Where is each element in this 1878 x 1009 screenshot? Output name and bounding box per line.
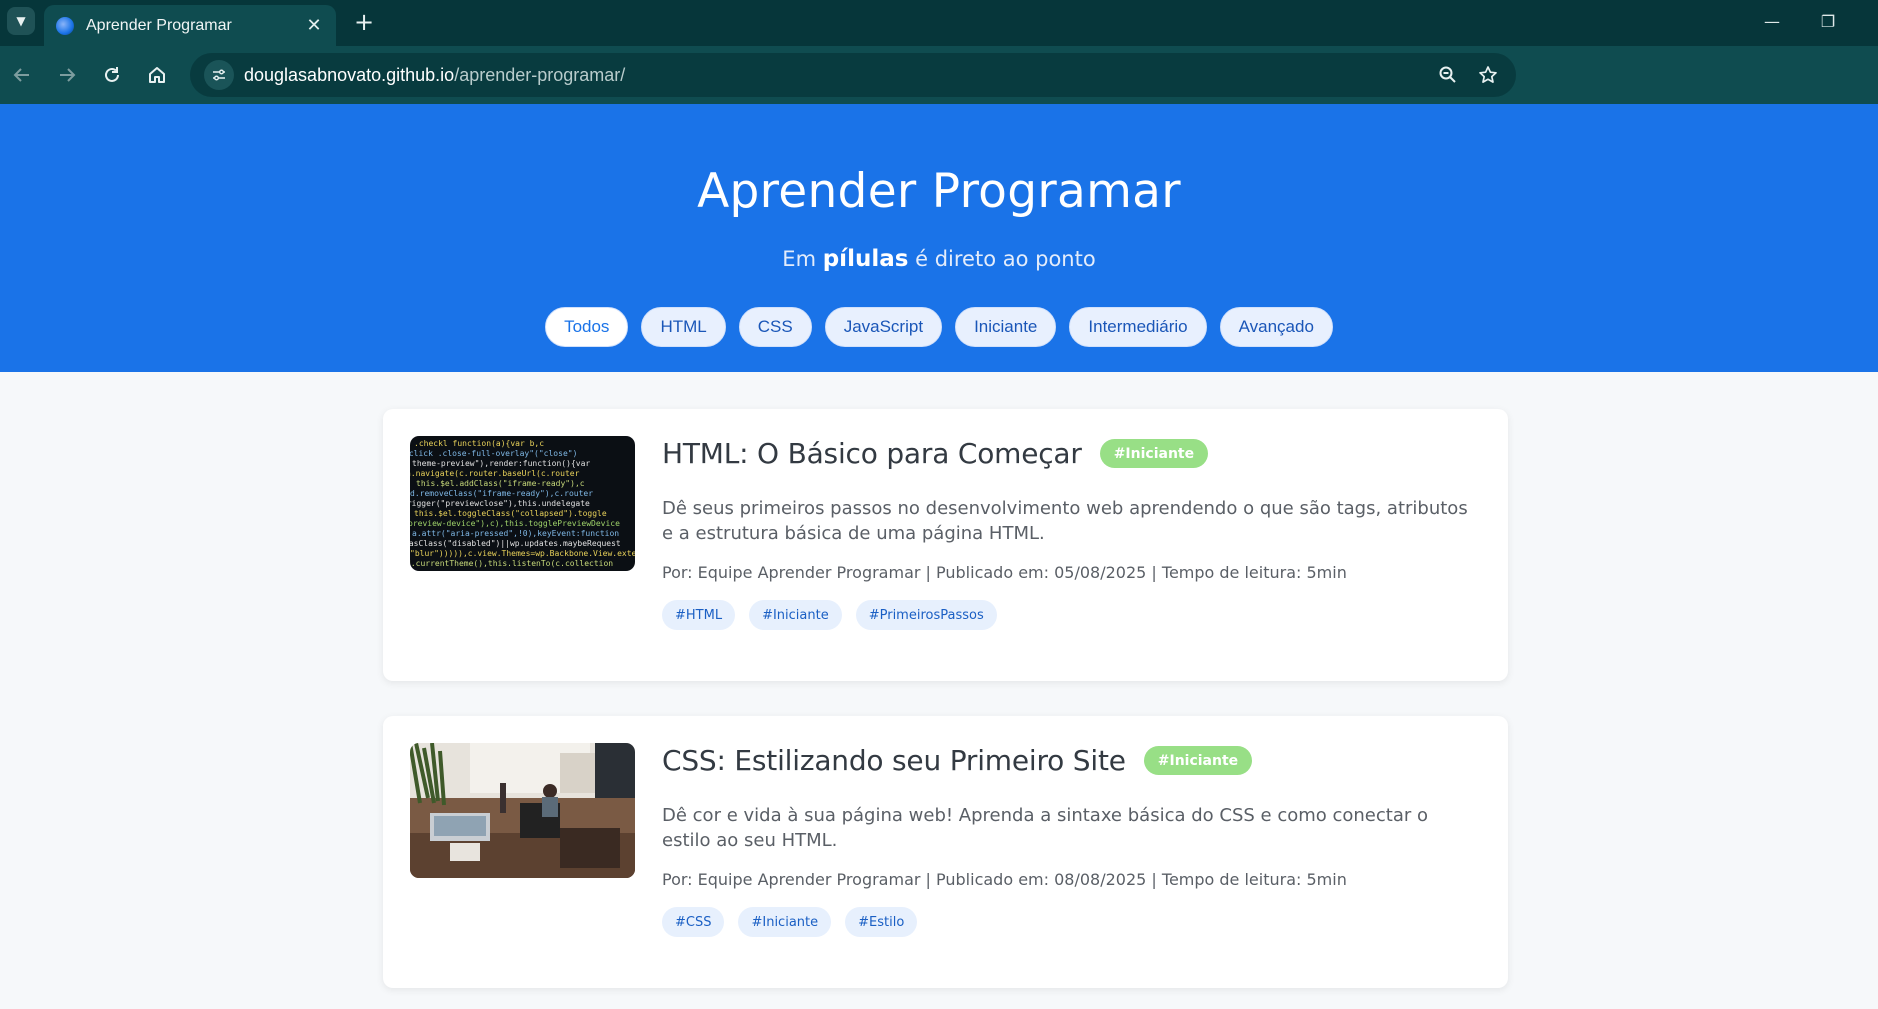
article-meta: Por: Equipe Aprender Programar | Publica… [662, 870, 1347, 889]
reload-icon [105, 67, 119, 82]
arrow-right-icon [60, 68, 76, 82]
page-subtitle: Em pílulas é direto ao ponto [0, 246, 1878, 272]
restore-button[interactable]: ❐ [1808, 8, 1848, 34]
article-body: HTML: O Básico para Começar #Iniciante D… [662, 437, 1478, 630]
svg-text:d.removeClass("iframe-ready"),: d.removeClass("iframe-ready"),c.router [410, 489, 593, 498]
browser-titlebar: ▼ Aprender Programar ✕ + — ❐ [0, 0, 1878, 46]
subtitle-start: Em [782, 247, 817, 271]
svg-text:trigger("previewclose"),this.u: trigger("previewclose"),this.undelegate [410, 499, 590, 508]
tag-primeirospassos[interactable]: #PrimeirosPassos [855, 600, 997, 630]
filter-css[interactable]: CSS [738, 307, 812, 347]
level-badge: #Iniciante [1099, 439, 1209, 468]
svg-text:theme-preview"),render:functio: theme-preview"),render:function(){var [412, 459, 590, 468]
filter-todos[interactable]: Todos [545, 307, 629, 347]
home-icon [149, 67, 165, 83]
filter-html[interactable]: HTML [641, 307, 726, 347]
svg-text:"blur"))))),c.view.Themes=wp.B: "blur"))))),c.view.Themes=wp.Backbone.Vi… [410, 549, 635, 558]
tab-active[interactable]: Aprender Programar ✕ [44, 5, 336, 46]
tag-html[interactable]: #HTML [662, 600, 736, 630]
browser-toolbar: douglasabnovato.github.io/aprender-progr… [0, 46, 1878, 133]
tab-search-chevron-down-icon[interactable]: ▼ [7, 7, 35, 35]
url-text: douglasabnovato.github.io/aprender-progr… [244, 65, 625, 86]
back-button[interactable] [6, 59, 38, 91]
filter-avancado[interactable]: Avançado [1219, 307, 1333, 347]
home-button[interactable] [141, 59, 173, 91]
hero-header: Aprender Programar Em pílulas é direto a… [0, 104, 1878, 372]
tab-close-icon[interactable]: ✕ [304, 15, 324, 36]
page-title: Aprender Programar [697, 164, 1181, 219]
filter-iniciante[interactable]: Iniciante [955, 307, 1057, 347]
filter-intermediario[interactable]: Intermediário [1069, 307, 1207, 347]
svg-text:preview-device"),c),this.toggl: preview-device"),c),this.togglePreviewDe… [410, 519, 620, 528]
article-thumbnail-code[interactable]: .checkl function(a){var b,c "click .clos… [410, 436, 635, 571]
forward-button[interactable] [51, 59, 83, 91]
level-badge: #Iniciante [1143, 746, 1253, 775]
filter-bar: Todos HTML CSS JavaScript Iniciante Inte… [0, 307, 1878, 347]
article-title-row: HTML: O Básico para Começar #Iniciante [662, 437, 1478, 470]
article-meta: Por: Equipe Aprender Programar | Publica… [662, 563, 1347, 582]
svg-text:"click .close-full-overlay"("c: "click .close-full-overlay"("close") [410, 449, 577, 458]
favicon-icon [56, 16, 74, 35]
new-tab-button[interactable]: + [350, 8, 378, 36]
site-info-icon[interactable] [204, 60, 234, 90]
tag-iniciante[interactable]: #Iniciante [738, 907, 832, 937]
article-card[interactable]: CSS: Estilizando seu Primeiro Site #Inic… [383, 716, 1508, 988]
tab-title: Aprender Programar [86, 16, 232, 34]
subtitle-emphasis: pílulas [822, 246, 909, 272]
article-title-row: CSS: Estilizando seu Primeiro Site #Inic… [662, 744, 1478, 777]
svg-text:hasClass("disabled")||wp.updat: hasClass("disabled")||wp.updates.maybeRe… [410, 539, 621, 548]
article-tags: #CSS #Iniciante #Estilo [662, 907, 1478, 937]
subtitle-end: é direto ao ponto [915, 247, 1096, 271]
bookmark-star-icon[interactable] [1473, 60, 1503, 90]
svg-text:this.$el.addClass("iframe-read: this.$el.addClass("iframe-ready"),c [416, 479, 585, 488]
svg-text:.checkl function(a){var b,c: .checkl function(a){var b,c [414, 439, 544, 448]
tag-iniciante[interactable]: #Iniciante [749, 600, 842, 630]
arrow-left-icon [13, 68, 29, 82]
svg-text:this.$el.toggleClass("collapse: this.$el.toggleClass("collapsed").toggle [414, 509, 607, 518]
tag-estilo[interactable]: #Estilo [845, 907, 918, 937]
reload-button[interactable] [96, 59, 128, 91]
article-body: CSS: Estilizando seu Primeiro Site #Inic… [662, 744, 1478, 937]
article-title[interactable]: CSS: Estilizando seu Primeiro Site [662, 744, 1126, 777]
minimize-button[interactable]: — [1752, 8, 1792, 34]
article-thumbnail-office[interactable] [410, 743, 635, 878]
article-tags: #HTML #Iniciante #PrimeirosPassos [662, 600, 1478, 630]
article-card[interactable]: .checkl function(a){var b,c "click .clos… [383, 409, 1508, 681]
svg-text:a.navigate(c.router.baseUrl(c.: a.navigate(c.router.baseUrl(c.router [410, 469, 580, 478]
zoom-icon[interactable] [1433, 60, 1463, 90]
url-path: /aprender-programar/ [454, 64, 626, 85]
svg-text:d.currentTheme(),this.listenTo: d.currentTheme(),this.listenTo(c.collect… [410, 559, 613, 568]
tag-css[interactable]: #CSS [662, 907, 725, 937]
url-host: douglasabnovato.github.io [244, 64, 455, 85]
address-bar[interactable]: douglasabnovato.github.io/aprender-progr… [190, 53, 1516, 97]
article-description: Dê seus primeiros passos no desenvolvime… [662, 498, 1468, 544]
filter-javascript[interactable]: JavaScript [824, 307, 943, 347]
svg-text:a.attr("aria-pressed",!0),keyE: a.attr("aria-pressed",!0),keyEvent:funct… [412, 529, 619, 538]
article-title[interactable]: HTML: O Básico para Começar [662, 437, 1082, 470]
article-description: Dê cor e vida à sua página web! Aprenda … [662, 805, 1429, 851]
